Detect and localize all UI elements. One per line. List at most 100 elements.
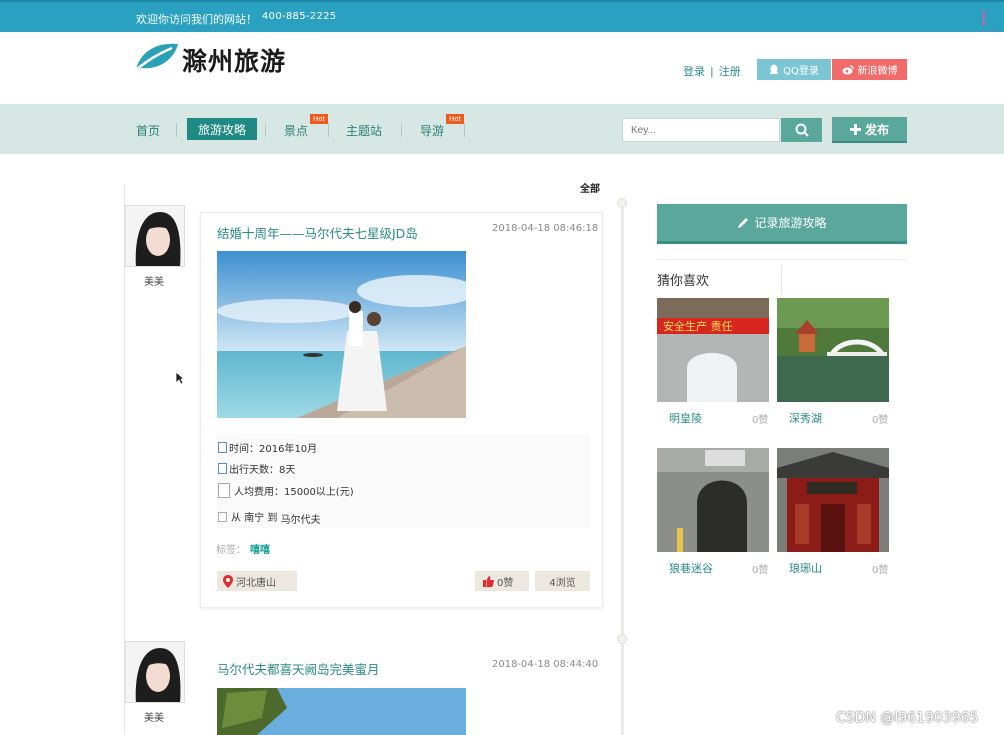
top-bar: 欢迎你访问我们的网站！ 400-885-2225 | w: [0, 0, 1004, 44]
route-from: 南宁: [244, 513, 265, 524]
recommend-thumb[interactable]: 安全生产 责任: [657, 298, 769, 402]
author-avatar[interactable]: [125, 641, 185, 703]
timeline-line: [621, 202, 624, 735]
record-guide-label: 记录旅游攻略: [754, 216, 827, 230]
recommend-name[interactable]: 深秀湖: [789, 410, 822, 426]
weibo-icon: [842, 64, 854, 74]
like-button[interactable]: 0赞: [475, 571, 529, 591]
nav-item-home[interactable]: 首页: [136, 122, 160, 139]
post-title[interactable]: 马尔代夫都喜天阙岛完美蜜月: [217, 659, 380, 678]
nav-item-travel-guide[interactable]: 旅游攻略: [187, 118, 258, 140]
route-to: 马尔代夫: [280, 515, 321, 526]
search-button[interactable]: [781, 118, 822, 142]
timeline-dot: [617, 198, 627, 208]
qq-icon: [770, 64, 779, 74]
sidebar-divider: [657, 259, 907, 260]
trip-time-row: 时间：2016年10月: [218, 440, 317, 455]
trip-days-row: 出行天数：8天: [218, 461, 295, 476]
trip-cost: 人均费用：15000以上(元): [234, 487, 354, 498]
recommend-likes: 0赞: [872, 415, 889, 426]
filter-all-link[interactable]: 全部: [580, 180, 600, 195]
site-header: 滁州旅游 登录 | 注册 QQ登录 新浪微博: [0, 32, 1004, 104]
author-name[interactable]: 美美: [144, 709, 164, 724]
post-time: 2018-04-18 08:44:40: [492, 659, 599, 670]
weibo-login-label: 新浪微博: [857, 66, 898, 77]
qq-login-button[interactable]: QQ登录: [757, 59, 831, 80]
pencil-icon: [738, 217, 749, 228]
recommend-likes: 0赞: [752, 565, 769, 576]
thumbs-up-icon: [483, 575, 494, 587]
nav-separator: [176, 123, 177, 137]
login-link[interactable]: 登录: [683, 65, 705, 78]
nav-item-theme-site[interactable]: 主题站: [346, 122, 382, 139]
nav-item-label: 导游: [420, 124, 445, 138]
register-link[interactable]: 注册: [719, 65, 741, 78]
post-tags: 标签： 嘻嘻: [216, 541, 270, 556]
langya-mountain-photo: [777, 448, 889, 552]
post-time: 2018-04-18 08:46:18: [492, 223, 599, 234]
author-name[interactable]: 美美: [144, 273, 164, 288]
author-avatar[interactable]: [125, 205, 185, 267]
post-title[interactable]: 结婚十周年——马尔代夫七星级JD岛: [217, 223, 418, 242]
recommend-name[interactable]: 琅琊山: [789, 560, 822, 576]
search-input[interactable]: [622, 118, 780, 142]
plus-icon: [849, 123, 861, 135]
tags-label: 标签：: [216, 545, 246, 556]
avatar-image: [126, 642, 184, 702]
mouse-cursor-icon: [175, 371, 185, 385]
nav-item-tour-guide[interactable]: 导游 Hot: [420, 114, 465, 139]
hot-badge: Hot: [310, 114, 329, 124]
cost-icon: [218, 483, 230, 498]
route-icon: [218, 511, 227, 522]
nav-separator: [328, 123, 329, 137]
recommend-name[interactable]: 狼巷迷谷: [669, 560, 713, 576]
recommend-name[interactable]: 明皇陵: [669, 410, 702, 426]
days-icon: [218, 463, 227, 474]
leaf-logo-icon[interactable]: [134, 40, 180, 74]
nav-item-label: 景点: [284, 124, 309, 138]
shenxiu-lake-photo: [777, 298, 889, 402]
main-content: 全部 美美 结婚十周年——马尔代夫七星级JD岛 2018-04-18 08:46…: [0, 154, 1004, 735]
record-guide-button[interactable]: 记录旅游攻略: [657, 204, 907, 244]
trip-days: 出行天数：8天: [229, 465, 296, 476]
view-count: 4浏览: [549, 577, 576, 589]
main-nav: 首页 旅游攻略 景点 Hot 主题站 导游 Hot 发布: [0, 104, 1004, 154]
langxiang-valley-photo: [657, 448, 769, 552]
location-badge[interactable]: 河北唐山: [217, 571, 297, 591]
publish-label: 发布: [864, 122, 889, 137]
post-image[interactable]: [217, 251, 466, 418]
post-image[interactable]: [217, 688, 466, 735]
trip-cost-row: 人均费用：15000以上(元): [218, 483, 354, 498]
qq-login-label: QQ登录: [783, 66, 819, 77]
avatar-image: [126, 206, 184, 266]
trip-info-box: 时间：2016年10月 出行天数：8天 人均费用：15000以上(元) 从 南宁…: [217, 434, 590, 528]
calendar-icon: [218, 442, 227, 453]
recommend-likes: 0赞: [872, 565, 889, 576]
nav-separator: [464, 123, 465, 137]
welcome-text: 欢迎你访问我们的网站！: [136, 13, 257, 26]
auth-links: 登录 | 注册: [683, 63, 741, 79]
weibo-login-button[interactable]: 新浪微博: [832, 59, 907, 80]
recommend-thumb[interactable]: [777, 298, 889, 402]
site-logo-text[interactable]: 滁州旅游: [182, 42, 286, 78]
publish-button[interactable]: 发布: [832, 117, 907, 143]
csdn-watermark: CSDN @l961903965: [836, 710, 979, 726]
search-icon: [795, 123, 809, 137]
recommend-thumb[interactable]: [777, 448, 889, 552]
recommend-thumb[interactable]: [657, 448, 769, 552]
tag-link[interactable]: 嘻嘻: [250, 545, 270, 556]
hot-badge: Hot: [446, 114, 465, 124]
map-pin-icon: [223, 574, 233, 588]
view-count-badge: 4浏览: [535, 571, 590, 591]
phone-number: 400-885-2225: [262, 11, 337, 22]
beach-wedding-photo: [217, 251, 466, 418]
nav-item-scenic-spots[interactable]: 景点 Hot: [284, 114, 329, 139]
minghuang-tomb-photo: 安全生产 责任: [657, 298, 769, 402]
route-to-prefix: 到: [267, 513, 278, 524]
guess-you-like-title: 猜你喜欢: [657, 274, 710, 289]
trip-time: 时间：2016年10月: [229, 444, 318, 455]
trip-route-row: 从 南宁 到 马尔代夫: [218, 509, 321, 526]
timeline-dot: [617, 634, 627, 644]
nav-separator: [401, 123, 402, 137]
recommend-likes: 0赞: [752, 415, 769, 426]
